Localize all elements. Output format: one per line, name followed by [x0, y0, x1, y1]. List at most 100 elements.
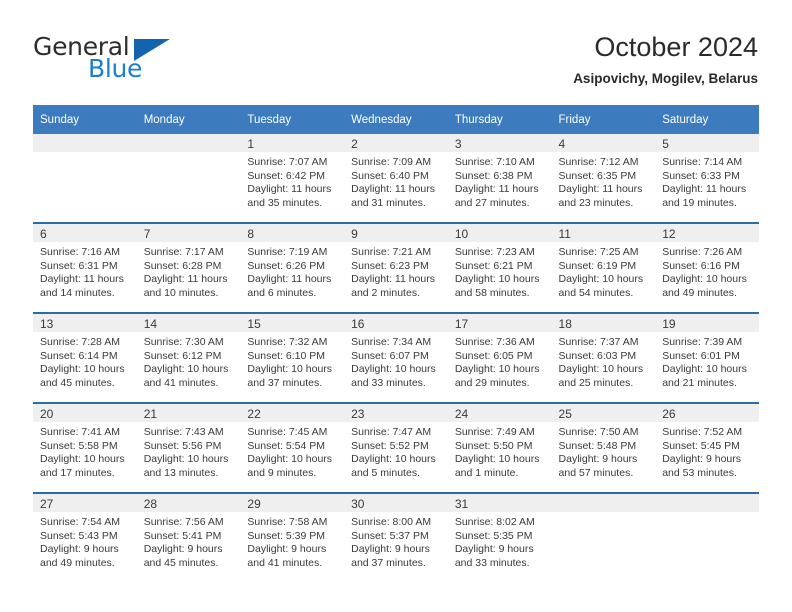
day-number-strip: 17	[447, 314, 552, 332]
daylight-text: Daylight: 10 hours and 21 minutes.	[662, 363, 747, 389]
day-cell-16[interactable]: 16 Sunrise: 7:34 AM Sunset: 6:07 PM Dayligh…	[344, 314, 448, 402]
day-cell-18[interactable]: 18 Sunrise: 7:37 AM Sunset: 6:03 PM Dayligh…	[551, 314, 656, 402]
day-details: Sunrise: 7:36 AM Sunset: 6:05 PM Daylight:…	[448, 332, 552, 390]
day-cell-17[interactable]: 17 Sunrise: 7:36 AM Sunset: 6:05 PM Dayligh…	[447, 314, 552, 402]
day-details: Sunrise: 7:45 AM Sunset: 5:54 PM Daylight:…	[240, 422, 344, 480]
day-cell-13[interactable]: 13 Sunrise: 7:28 AM Sunset: 6:14 PM Dayligh…	[33, 314, 137, 402]
sunset-text: Sunset: 6:42 PM	[247, 169, 326, 182]
daylight-text: Daylight: 10 hours and 41 minutes.	[143, 363, 229, 389]
sunrise-text: Sunrise: 7:25 AM	[558, 246, 639, 258]
sunset-text: Sunset: 5:41 PM	[143, 529, 222, 542]
day-number-strip	[33, 134, 137, 152]
sunset-text: Sunset: 6:26 PM	[247, 259, 326, 272]
day-details: Sunrise: 7:56 AM Sunset: 5:41 PM Daylight:…	[137, 512, 241, 570]
day-cell-30[interactable]: 30 Sunrise: 8:00 AM Sunset: 5:37 PM Dayligh…	[344, 494, 448, 582]
day-cell-27[interactable]: 27 Sunrise: 7:54 AM Sunset: 5:43 PM Dayligh…	[33, 494, 137, 582]
day-number: 3	[454, 137, 462, 151]
sunrise-text: Sunrise: 7:49 AM	[454, 426, 535, 438]
daylight-text: Daylight: 9 hours and 41 minutes.	[247, 543, 327, 569]
day-cell-9[interactable]: 9 Sunrise: 7:21 AM Sunset: 6:23 PM Daylight…	[344, 224, 448, 312]
day-cell-24[interactable]: 24 Sunrise: 7:49 AM Sunset: 5:50 PM Dayligh…	[447, 404, 552, 492]
calendar-cell: 31 Sunrise: 8:02 AM Sunset: 5:35 PM Dayligh…	[447, 492, 552, 582]
day-cell-7[interactable]: 7 Sunrise: 7:17 AM Sunset: 6:28 PM Daylight…	[136, 224, 241, 312]
day-cell-29[interactable]: 29 Sunrise: 7:58 AM Sunset: 5:39 PM Dayligh…	[240, 494, 345, 582]
day-number-strip: 6	[33, 224, 137, 242]
sunset-text: Sunset: 6:14 PM	[40, 349, 118, 362]
day-number-strip: 19	[655, 314, 759, 332]
day-cell-2[interactable]: 2 Sunrise: 7:09 AM Sunset: 6:40 PM Daylight…	[344, 134, 448, 222]
sunrise-text: Sunrise: 7:56 AM	[143, 516, 224, 528]
sunset-text: Sunset: 6:16 PM	[662, 259, 740, 272]
page-subtitle: Asipovichy, Mogilev, Belarus	[573, 71, 758, 86]
day-number-strip: 27	[33, 494, 137, 512]
day-cell-25[interactable]: 25 Sunrise: 7:50 AM Sunset: 5:48 PM Dayligh…	[551, 404, 656, 492]
day-cell-26[interactable]: 26 Sunrise: 7:52 AM Sunset: 5:45 PM Dayligh…	[655, 404, 759, 492]
general-blue-logo[interactable]: General Blue	[33, 34, 233, 86]
day-cell-4[interactable]: 4 Sunrise: 7:12 AM Sunset: 6:35 PM Daylight…	[551, 134, 656, 222]
day-cell-5[interactable]: 5 Sunrise: 7:14 AM Sunset: 6:33 PM Daylight…	[655, 134, 759, 222]
day-cell-20[interactable]: 20 Sunrise: 7:41 AM Sunset: 5:58 PM Dayligh…	[33, 404, 137, 492]
day-cell-10[interactable]: 10 Sunrise: 7:23 AM Sunset: 6:21 PM Dayligh…	[447, 224, 552, 312]
daylight-text: Daylight: 9 hours and 45 minutes.	[143, 543, 223, 569]
day-cell-1[interactable]: 1 Sunrise: 7:07 AM Sunset: 6:42 PM Daylight…	[240, 134, 345, 222]
day-number-strip: 13	[33, 314, 137, 332]
calendar-cell: 17 Sunrise: 7:36 AM Sunset: 6:05 PM Dayligh…	[447, 312, 552, 403]
day-details: Sunrise: 7:32 AM Sunset: 6:10 PM Daylight:…	[240, 332, 344, 390]
day-cell-15[interactable]: 15 Sunrise: 7:32 AM Sunset: 6:10 PM Dayligh…	[240, 314, 345, 402]
daylight-text: Daylight: 9 hours and 49 minutes.	[40, 543, 119, 569]
day-cell-6[interactable]: 6 Sunrise: 7:16 AM Sunset: 6:31 PM Daylight…	[33, 224, 137, 312]
day-number: 18	[558, 317, 572, 331]
day-number: 21	[143, 407, 158, 421]
day-number: 15	[247, 317, 261, 331]
day-details: Sunrise: 7:07 AM Sunset: 6:42 PM Daylight:…	[240, 152, 344, 210]
calendar-cell: 11 Sunrise: 7:25 AM Sunset: 6:19 PM Dayligh…	[551, 222, 656, 313]
day-number-strip: 29	[240, 494, 345, 512]
daylight-text: Daylight: 10 hours and 13 minutes.	[143, 453, 229, 479]
day-cell-14[interactable]: 14 Sunrise: 7:30 AM Sunset: 6:12 PM Dayligh…	[136, 314, 241, 402]
daylight-text: Daylight: 10 hours and 45 minutes.	[40, 363, 125, 389]
day-number-strip: 22	[240, 404, 345, 422]
day-cell-12[interactable]: 12 Sunrise: 7:26 AM Sunset: 6:16 PM Dayligh…	[655, 224, 759, 312]
day-number: 14	[143, 317, 158, 331]
calendar-cell: 29 Sunrise: 7:58 AM Sunset: 5:39 PM Dayligh…	[240, 492, 345, 582]
day-cell-8[interactable]: 8 Sunrise: 7:19 AM Sunset: 6:26 PM Daylight…	[240, 224, 345, 312]
day-details: Sunrise: 7:10 AM Sunset: 6:38 PM Daylight:…	[448, 152, 552, 210]
sunrise-text: Sunrise: 7:32 AM	[247, 336, 328, 348]
day-number: 24	[454, 407, 469, 421]
day-number-strip: 10	[447, 224, 552, 242]
day-number: 9	[351, 227, 358, 241]
day-number-strip: 25	[551, 404, 656, 422]
day-details: Sunrise: 8:02 AM Sunset: 5:35 PM Daylight:…	[448, 512, 552, 570]
calendar-cell	[136, 134, 241, 223]
day-cell-21[interactable]: 21 Sunrise: 7:43 AM Sunset: 5:56 PM Dayligh…	[136, 404, 241, 492]
daylight-text: Daylight: 10 hours and 1 minute.	[454, 453, 540, 479]
daylight-text: Daylight: 10 hours and 37 minutes.	[247, 363, 333, 389]
day-cell-11[interactable]: 11 Sunrise: 7:25 AM Sunset: 6:19 PM Dayligh…	[551, 224, 656, 312]
day-number: 2	[351, 137, 358, 151]
day-details: Sunrise: 7:17 AM Sunset: 6:28 PM Daylight:…	[137, 242, 241, 300]
daylight-text: Daylight: 9 hours and 37 minutes.	[351, 543, 430, 569]
calendar-cell: 30 Sunrise: 8:00 AM Sunset: 5:37 PM Dayligh…	[344, 492, 448, 582]
calendar-cell: 10 Sunrise: 7:23 AM Sunset: 6:21 PM Dayligh…	[447, 222, 552, 313]
day-number-strip: 28	[136, 494, 241, 512]
sunrise-text: Sunrise: 7:17 AM	[143, 246, 224, 258]
day-details: Sunrise: 7:37 AM Sunset: 6:03 PM Daylight:…	[552, 332, 656, 390]
day-cell-28[interactable]: 28 Sunrise: 7:56 AM Sunset: 5:41 PM Dayligh…	[136, 494, 241, 582]
calendar-cell: 7 Sunrise: 7:17 AM Sunset: 6:28 PM Daylight…	[136, 222, 241, 313]
sunrise-text: Sunrise: 7:16 AM	[40, 246, 120, 258]
calendar-page: General Blue October 2024 Asipovichy, Mo…	[0, 0, 792, 612]
day-cell-23[interactable]: 23 Sunrise: 7:47 AM Sunset: 5:52 PM Dayligh…	[344, 404, 448, 492]
day-cell-22[interactable]: 22 Sunrise: 7:45 AM Sunset: 5:54 PM Dayligh…	[240, 404, 345, 492]
day-cell-3[interactable]: 3 Sunrise: 7:10 AM Sunset: 6:38 PM Daylight…	[447, 134, 552, 222]
sunset-text: Sunset: 6:23 PM	[351, 259, 429, 272]
sunrise-text: Sunrise: 7:14 AM	[662, 156, 743, 168]
day-details: Sunrise: 7:34 AM Sunset: 6:07 PM Daylight:…	[344, 332, 448, 390]
day-cell-19[interactable]: 19 Sunrise: 7:39 AM Sunset: 6:01 PM Dayligh…	[655, 314, 759, 402]
day-cell-31[interactable]: 31 Sunrise: 8:02 AM Sunset: 5:35 PM Dayligh…	[447, 494, 552, 582]
sunset-text: Sunset: 5:45 PM	[662, 439, 740, 452]
day-number: 28	[143, 497, 158, 511]
day-number-strip: 9	[344, 224, 448, 242]
sunset-text: Sunset: 6:19 PM	[558, 259, 637, 272]
day-number-strip: 12	[655, 224, 759, 242]
daylight-text: Daylight: 11 hours and 23 minutes.	[558, 183, 643, 209]
